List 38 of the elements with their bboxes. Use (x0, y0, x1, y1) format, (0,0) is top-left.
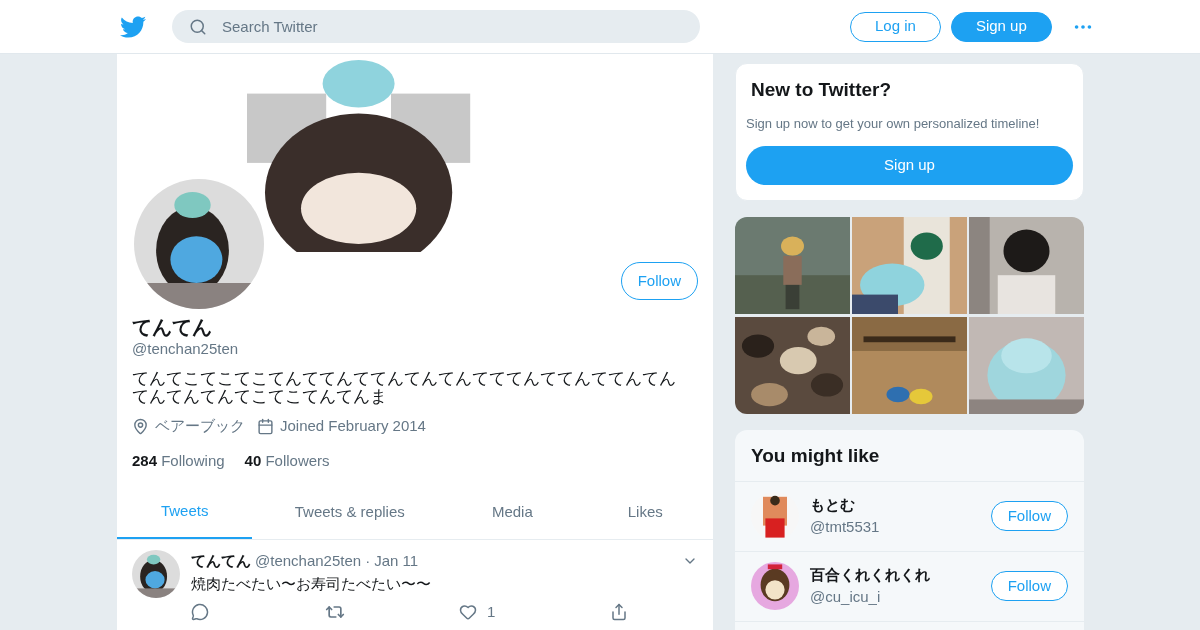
profile-tab[interactable]: Tweets (117, 486, 253, 539)
card-text: Sign up now to get your own personalized timeline! (746, 114, 1041, 133)
sign-up-button[interactable]: Sign up (950, 11, 1052, 42)
tweet-date: Jan 11 (374, 551, 419, 571)
profile-name: てんてん (132, 315, 213, 339)
reply-icon[interactable] (191, 602, 209, 621)
log-in-button[interactable]: Log in (850, 11, 941, 42)
profile-bio: てんてこてこてこてんててんててんてんてんてててんててんててんてんてんてんてんてこてこてんてんま (132, 369, 677, 405)
separator-dot: · (365, 551, 371, 571)
location-pin-icon (132, 417, 149, 435)
sign-up-button[interactable]: Sign up (746, 146, 1073, 185)
profile-stat-link[interactable]: 40 Followers (244, 449, 330, 472)
calendar-icon (257, 417, 274, 435)
card-title: You might like (735, 430, 1084, 482)
profile-handle: @tenchan25ten (132, 339, 240, 359)
join-date: Joined February 2014 (280, 416, 426, 436)
user-name[interactable]: もとむ (810, 493, 991, 516)
tweet-author: てんてん (191, 551, 251, 571)
like-count: 1 (487, 601, 496, 622)
profile-tab[interactable]: Media (447, 486, 578, 539)
profile-tab[interactable]: Tweets & replies (252, 486, 448, 539)
tweet[interactable]: てんてん @tenchan25ten · Jan 11 焼肉たべたい〜お寿司たべたい〜〜 1 (117, 540, 713, 630)
card-title: New to Twitter? (750, 78, 893, 102)
like-icon[interactable] (459, 602, 477, 621)
tweet-text: 焼肉たべたい〜お寿司たべたい〜〜 (191, 573, 432, 594)
user-name[interactable]: 百合くれくれくれ (810, 563, 991, 586)
share-icon[interactable] (610, 602, 629, 621)
search-icon (189, 18, 207, 36)
user-handle: @cu_icu_i (810, 587, 882, 607)
user-handle: @tmt5531 (810, 517, 881, 537)
profile-stat-link[interactable]: 284 Following (132, 449, 225, 472)
follow-button[interactable]: Follow (620, 262, 698, 300)
profile-tab[interactable]: Likes (577, 486, 713, 539)
follow-button[interactable]: Follow (990, 571, 1068, 601)
search-field[interactable]: Search Twitter (172, 10, 700, 43)
follow-button[interactable]: Follow (990, 501, 1068, 531)
profile-location: ベアーブック (155, 416, 245, 436)
tweet-handle: @tenchan25ten (255, 551, 362, 571)
